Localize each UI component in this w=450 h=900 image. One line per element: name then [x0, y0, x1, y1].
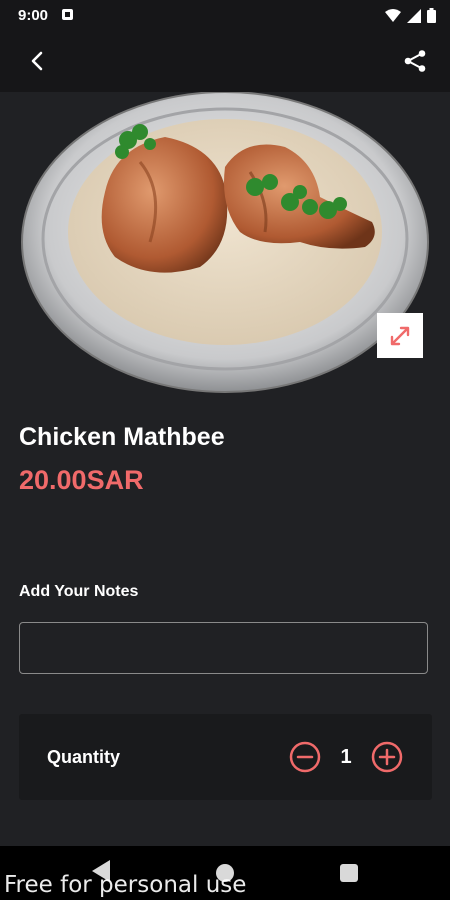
- notification-icon: [62, 9, 73, 20]
- share-button[interactable]: [400, 46, 430, 76]
- product-price: 20.00SAR: [19, 465, 144, 495]
- notes-label: Add Your Notes: [19, 583, 139, 600]
- expand-image-button[interactable]: [377, 313, 423, 358]
- notes-input[interactable]: [19, 622, 428, 674]
- quantity-value: 1: [340, 746, 352, 768]
- quantity-label: Quantity: [47, 747, 121, 767]
- wifi-icon: [385, 8, 401, 22]
- expand-icon: [390, 326, 410, 345]
- app-bar: [0, 30, 450, 92]
- minus-circle-icon[interactable]: [289, 741, 321, 773]
- status-icons: [385, 8, 436, 23]
- signal-icon: [407, 8, 421, 23]
- product-title: Chicken Mathbee: [19, 423, 225, 451]
- plus-circle-icon[interactable]: [371, 741, 403, 773]
- share-icon: [404, 50, 426, 72]
- nav-recents-icon[interactable]: [340, 864, 358, 882]
- battery-icon: [427, 8, 436, 23]
- quantity-card: Quantity 1: [19, 714, 432, 800]
- back-arrow-icon: [31, 51, 43, 71]
- status-time: 9:00: [18, 7, 49, 24]
- status-bar: 9:00: [0, 0, 450, 30]
- back-button[interactable]: [22, 46, 52, 76]
- watermark-text: Free for personal use: [4, 872, 247, 898]
